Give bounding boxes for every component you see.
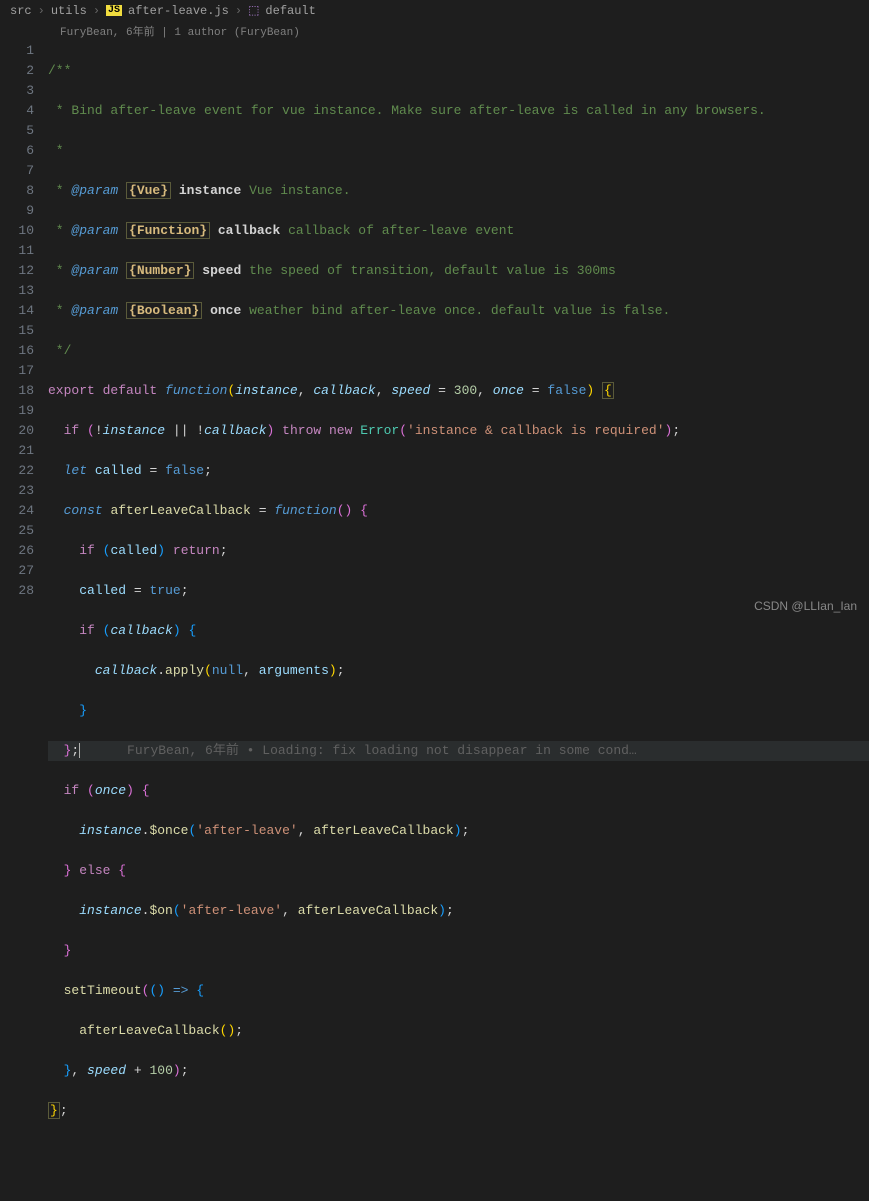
breadcrumb-seg[interactable]: default xyxy=(265,4,315,18)
breadcrumb[interactable]: src › utils › JS after-leave.js › ⬚ defa… xyxy=(0,0,869,21)
watermark: CSDN @LLIan_Ian xyxy=(754,599,857,613)
breadcrumb-seg[interactable]: utils xyxy=(51,4,87,18)
code-editor[interactable]: 1234567 891011121314 15161718192021 2223… xyxy=(0,41,869,1201)
git-blame-inline: FuryBean, 6年前 • Loading: fix loading not… xyxy=(127,743,637,758)
chevron-right-icon: › xyxy=(235,4,242,18)
chevron-right-icon: › xyxy=(38,4,45,18)
js-file-icon: JS xyxy=(106,5,122,16)
breadcrumb-seg[interactable]: after-leave.js xyxy=(128,4,229,18)
line-number-gutter: 1234567 891011121314 15161718192021 2223… xyxy=(0,41,48,1201)
breadcrumb-seg[interactable]: src xyxy=(10,4,32,18)
symbol-cube-icon: ⬚ xyxy=(248,3,259,18)
chevron-right-icon: › xyxy=(93,4,100,18)
git-authorship: FuryBean, 6年前 | 1 author (FuryBean) xyxy=(0,21,869,41)
code-content[interactable]: /** * Bind after-leave event for vue ins… xyxy=(48,41,869,1201)
